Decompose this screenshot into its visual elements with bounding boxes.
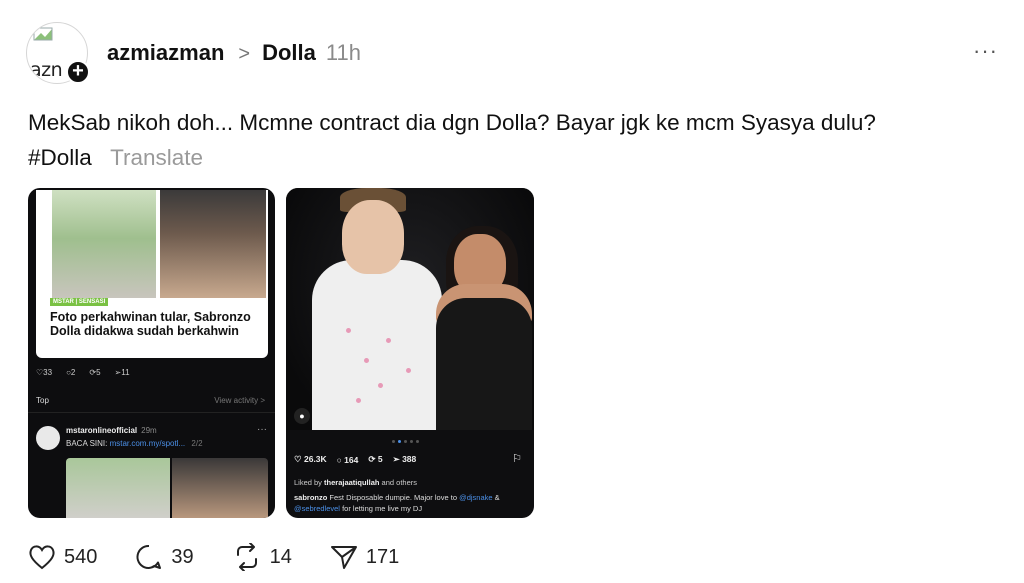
shirt-speck — [378, 383, 383, 388]
repost-count: 14 — [269, 545, 292, 568]
chevron-right-icon: > — [238, 43, 251, 65]
man-face — [342, 200, 404, 274]
share-count: 171 — [365, 545, 400, 568]
post-header: azmiazman > Dolla 11h — [107, 40, 361, 66]
share-icon: ➢ — [392, 454, 403, 464]
shirt-speck — [406, 368, 411, 373]
divider — [28, 412, 275, 413]
action-bar: 540 39 14 171 — [28, 543, 437, 571]
community-name[interactable]: Dolla — [262, 40, 316, 66]
reply-more-icon: ··· — [257, 424, 267, 435]
embedded-repost-count: ⟳5 — [89, 368, 101, 377]
embedded-share-count-2: ➢ 388 — [392, 454, 417, 464]
bookmark-icon: ⚐ — [512, 453, 522, 465]
view-activity-label: View activity > — [214, 396, 265, 405]
reply-text: BACA SINI: mstar.com.my/spotl... 2/2 — [66, 439, 203, 448]
news-card: MSTAR | SENSASI Foto perkahwinan tular, … — [36, 190, 268, 358]
shirt-speck — [364, 358, 369, 363]
shirt-speck — [356, 398, 361, 403]
man-shirt — [312, 260, 442, 430]
send-icon — [330, 546, 357, 569]
sort-label: Top — [36, 396, 49, 405]
carousel-dots — [392, 440, 419, 443]
comment-button[interactable]: 39 — [135, 543, 194, 571]
embedded-share-count: ➢11 — [114, 368, 130, 377]
shirt-speck — [346, 328, 351, 333]
more-options-icon[interactable]: ··· — [973, 38, 998, 64]
embedded-like-count-2: ♡ 26.3K — [294, 454, 327, 464]
heart-icon — [29, 545, 55, 570]
follow-plus-button[interactable]: + — [66, 60, 90, 84]
avatar-text: azn — [30, 59, 63, 81]
liked-by-text: Liked by therajaatiqullah and others — [294, 478, 417, 487]
embedded-comment-count-2: ○ 164 — [336, 454, 359, 465]
heart-icon: ♡ — [294, 454, 304, 464]
repost-icon — [236, 543, 257, 571]
post-time: 11h — [325, 40, 361, 65]
post-image-1[interactable]: MSTAR | SENSASI Foto perkahwinan tular, … — [28, 188, 275, 518]
embedded-comment-count: ○2 — [66, 368, 76, 377]
translate-link[interactable]: Translate — [110, 145, 203, 170]
wedding-photo — [52, 190, 156, 298]
news-headline: Foto perkahwinan tular, Sabronzo Dolla d… — [50, 310, 251, 338]
embedded-stats-2: ♡ 26.3K ○ 164 ⟳ 5 ➢ 388 — [294, 454, 416, 465]
woman-top — [436, 298, 532, 430]
username[interactable]: azmiazman — [107, 40, 224, 66]
reply-thumbnail-2 — [172, 458, 268, 518]
repost-icon: ⟳ — [368, 454, 378, 464]
reply-avatar — [36, 426, 60, 450]
like-button[interactable]: 540 — [28, 544, 97, 570]
like-count: 540 — [64, 545, 98, 568]
comment-icon — [136, 544, 162, 569]
portrait-photo — [160, 190, 266, 298]
broken-image-icon — [33, 27, 53, 41]
share-button[interactable]: 171 — [330, 544, 399, 570]
shirt-speck — [386, 338, 391, 343]
comment-count: 39 — [171, 545, 194, 568]
embedded-stats: ♡33 ○2 ⟳5 ➢11 — [36, 368, 130, 377]
post-image-2[interactable]: ● ♡ 26.3K ○ 164 ⟳ 5 ➢ 388 ⚐ Liked by the… — [286, 188, 534, 518]
couple-photo: ● — [286, 188, 534, 430]
post-text: MekSab nikoh doh... Mcmne contract dia d… — [28, 110, 876, 135]
repost-button[interactable]: 14 — [232, 543, 292, 571]
embedded-repost-count-2: ⟳ 5 — [368, 454, 383, 464]
news-tag: MSTAR | SENSASI — [50, 298, 109, 306]
embedded-like-count: ♡33 — [36, 368, 53, 377]
hashtag-line: #Dolla Translate — [28, 145, 203, 171]
reply-thumbnail-1 — [66, 458, 170, 518]
caption-text: sabronzo Fest Disposable dumpie. Major l… — [294, 493, 500, 513]
person-tag-icon: ● — [294, 408, 310, 424]
hashtag-link[interactable]: #Dolla — [28, 145, 92, 170]
reply-account: mstaronlineofficial 29m — [66, 426, 157, 435]
